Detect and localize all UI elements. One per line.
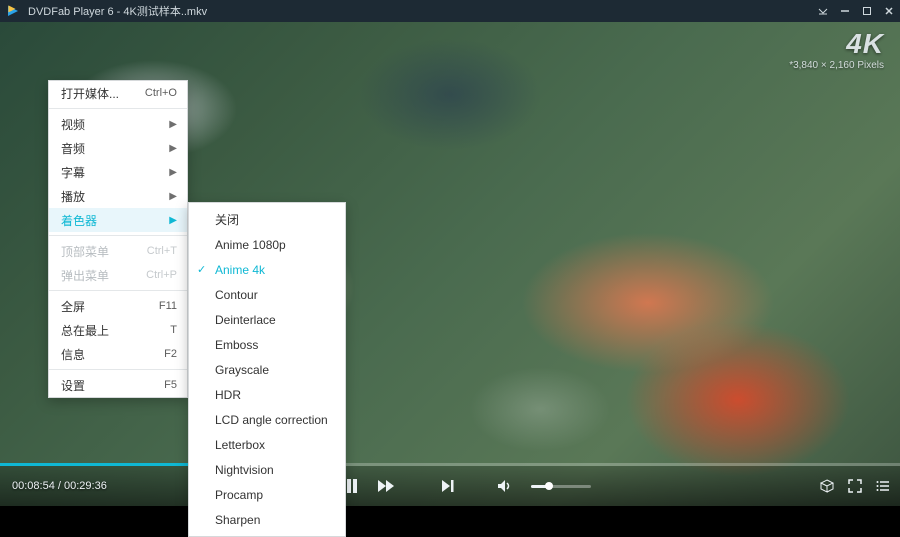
menu-item-label: 关闭 [215,211,239,228]
menu-shortcut: T [170,324,177,336]
app-logo-icon [6,4,20,18]
menu-shortcut: F11 [159,300,177,312]
menu-shortcut: F5 [164,379,177,391]
menu-item-label: 字幕 [61,164,85,181]
menu-always-on-top[interactable]: 总在最上 T [49,318,187,342]
time-total: 00:29:36 [64,480,107,492]
menu-fullscreen[interactable]: 全屏 F11 [49,294,187,318]
app-window: DVDFab Player 6 - 4K测试样本..mkv 4K *3,840 … [0,0,900,506]
menu-item-label: HDR [215,388,241,402]
menu-item-label: 播放 [61,188,85,205]
playlist-button[interactable] [876,480,890,492]
window-dropdown-icon[interactable] [818,6,828,16]
menu-item-label: 信息 [61,346,85,363]
menu-item-label: 全屏 [61,298,85,315]
badge-4k-text: 4K [789,28,884,60]
menu-item-label: 弹出菜单 [61,267,109,284]
menu-item-label: 视频 [61,116,85,133]
time-display: 00:08:54 / 00:29:36 [0,480,107,492]
menu-shortcut: Ctrl+O [145,87,177,99]
fullscreen-button[interactable] [848,479,862,493]
menu-popup-menu: 弹出菜单 Ctrl+P [49,263,187,287]
window-title: DVDFab Player 6 - 4K测试样本..mkv [28,3,207,19]
minimize-button[interactable] [840,6,850,16]
shader-option-emboss[interactable]: Emboss [189,332,345,357]
menu-item-label: Grayscale [215,363,269,377]
menu-shader[interactable]: 着色器 ▶ [49,208,187,232]
close-button[interactable] [884,6,894,16]
menu-item-label: LCD angle correction [215,413,328,427]
context-menu[interactable]: 打开媒体... Ctrl+O 视频 ▶ 音频 ▶ 字幕 ▶ 播放 ▶ 着色器 ▶… [48,80,188,398]
menu-settings[interactable]: 设置 F5 [49,373,187,397]
menu-item-label: 音频 [61,140,85,157]
time-current: 00:08:54 [12,480,55,492]
menu-separator [49,108,187,109]
shader-option-hdr[interactable]: HDR [189,382,345,407]
shader-option-contour[interactable]: Contour [189,282,345,307]
menu-top-menu: 顶部菜单 Ctrl+T [49,239,187,263]
title-bar[interactable]: DVDFab Player 6 - 4K测试样本..mkv [0,0,900,22]
menu-shortcut: Ctrl+P [146,269,177,281]
menu-separator [49,290,187,291]
volume-slider[interactable] [531,485,591,488]
menu-item-label: Anime 1080p [215,238,286,252]
pause-button[interactable] [345,478,359,494]
menu-item-label: Contour [215,288,258,302]
menu-separator [49,369,187,370]
menu-item-label: 顶部菜单 [61,243,109,260]
menu-item-label: 设置 [61,377,85,394]
shader-option-sharpen[interactable]: Sharpen [189,507,345,532]
menu-video[interactable]: 视频 ▶ [49,112,187,136]
cube-icon[interactable] [820,479,834,493]
shader-option-anime-4k[interactable]: ✓ Anime 4k [189,257,345,282]
playback-control-bar: 00:08:54 / 00:29:36 [0,466,900,506]
shader-option-nightvision[interactable]: Nightvision [189,457,345,482]
shader-option-grayscale[interactable]: Grayscale [189,357,345,382]
menu-info[interactable]: 信息 F2 [49,342,187,366]
shader-option-off[interactable]: 关闭 [189,207,345,232]
shader-option-letterbox[interactable]: Letterbox [189,432,345,457]
volume-thumb[interactable] [545,482,553,490]
menu-playback[interactable]: 播放 ▶ [49,184,187,208]
volume-icon[interactable] [497,479,513,493]
menu-item-label: Anime 4k [215,263,265,277]
shader-submenu[interactable]: 关闭 Anime 1080p ✓ Anime 4k Contour Deinter… [188,202,346,537]
shader-option-procamp[interactable]: Procamp [189,482,345,507]
menu-item-label: Letterbox [215,438,265,452]
menu-open-media[interactable]: 打开媒体... Ctrl+O [49,81,187,105]
menu-item-label: Deinterlace [215,313,276,327]
maximize-button[interactable] [862,6,872,16]
menu-item-label: 着色器 [61,212,97,229]
menu-item-label: 打开媒体... [61,85,119,102]
menu-item-label: Procamp [215,488,263,502]
menu-item-label: Nightvision [215,463,274,477]
submenu-arrow-icon: ▶ [169,191,177,202]
shader-option-lcd-angle[interactable]: LCD angle correction [189,407,345,432]
next-button[interactable] [441,479,455,493]
submenu-arrow-icon: ▶ [169,215,177,226]
menu-subtitle[interactable]: 字幕 ▶ [49,160,187,184]
shader-option-anime-1080p[interactable]: Anime 1080p [189,232,345,257]
menu-item-label: 总在最上 [61,322,109,339]
submenu-arrow-icon: ▶ [169,167,177,178]
menu-audio[interactable]: 音频 ▶ [49,136,187,160]
shader-option-deinterlace[interactable]: Deinterlace [189,307,345,332]
menu-shortcut: Ctrl+T [147,245,177,257]
check-icon: ✓ [197,263,206,276]
menu-shortcut: F2 [164,348,177,360]
menu-item-label: Emboss [215,338,258,352]
menu-item-label: Sharpen [215,513,260,527]
badge-resolution-text: *3,840 × 2,160 Pixels [789,60,884,71]
fast-forward-button[interactable] [377,479,395,493]
submenu-arrow-icon: ▶ [169,143,177,154]
submenu-arrow-icon: ▶ [169,119,177,130]
resolution-badge: 4K *3,840 × 2,160 Pixels [789,28,884,71]
menu-separator [49,235,187,236]
